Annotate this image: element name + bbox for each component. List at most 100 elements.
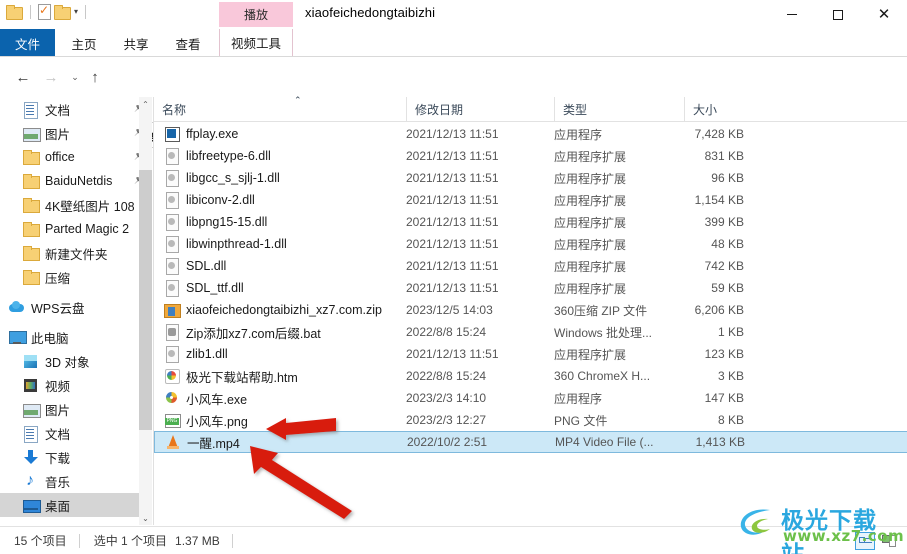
nav-item-label: 视频 <box>45 379 71 394</box>
qat-dropdown-arrow[interactable]: ▾ <box>74 5 78 19</box>
cell-date-modified: 2023/2/3 14:10 <box>406 391 487 405</box>
column-type[interactable]: 类型 <box>554 97 684 122</box>
cell-date-modified: 2022/8/8 15:24 <box>406 325 487 339</box>
ribbon-tab-strip: 文件 主页 共享 查看 视频工具 ⌄ ? <box>0 29 907 77</box>
cell-file-name: 小风车.exe <box>164 389 247 408</box>
table-row[interactable]: Zip添加xz7.com后缀.bat 2022/8/8 15:24 Windows … <box>154 321 907 343</box>
scroll-up-button[interactable]: ⌃ <box>139 97 152 111</box>
cell-size: 59 KB <box>711 281 744 295</box>
table-row[interactable]: libwinpthread-1.dll 2021/12/13 11:51 应用程序扩… <box>154 233 907 255</box>
sidebar-item-this-pc[interactable]: 此电脑 <box>0 325 152 349</box>
aurora-logo-icon <box>740 509 770 535</box>
cell-file-name: 极光下载站帮助.htm <box>164 367 298 386</box>
cloud-icon <box>8 299 26 316</box>
sidebar-item-视频[interactable]: 视频 <box>0 373 152 397</box>
dll-icon <box>164 280 180 297</box>
contextual-tab-group-play[interactable]: 播放 <box>219 2 293 27</box>
up-button[interactable]: ↑ <box>84 66 106 88</box>
cell-date-modified: 2021/12/13 11:51 <box>406 281 499 295</box>
item-count-label: 15 个项目 <box>14 534 67 548</box>
column-date-modified[interactable]: 修改日期 <box>406 97 554 122</box>
sidebar-item-文档[interactable]: 文档📌 <box>0 97 152 121</box>
nav-item-label: 音乐 <box>45 475 71 490</box>
scroll-down-button[interactable]: ⌄ <box>139 511 152 525</box>
tab-view[interactable]: 查看 <box>164 29 212 57</box>
tab-share[interactable]: 共享 <box>112 29 160 57</box>
nav-item-label: WPS云盘 <box>31 301 85 316</box>
dll-icon <box>164 346 180 363</box>
nav-item-label: 3D 对象 <box>45 355 90 370</box>
tab-home[interactable]: 主页 <box>60 29 108 57</box>
file-name-label: libgcc_s_sjlj-1.dll <box>186 171 280 185</box>
downloads-icon <box>22 449 40 466</box>
dll-icon <box>164 258 180 275</box>
table-row[interactable]: SDL.dll 2021/12/13 11:51 应用程序扩展 742 KB <box>154 255 907 277</box>
table-row[interactable]: libpng15-15.dll 2021/12/13 11:51 应用程序扩展 399… <box>154 211 907 233</box>
new-folder-icon[interactable] <box>54 4 71 20</box>
navigation-pane[interactable]: 文档📌图片📌office📌BaiduNetdis📌 4K壁纸图片 108 Parte… <box>0 97 152 525</box>
nav-item-label: 图片 <box>45 127 71 142</box>
sort-ascending-icon: ⌃ <box>294 95 302 105</box>
cell-date-modified: 2022/10/2 2:51 <box>407 435 488 449</box>
tab-video-tools[interactable]: 视频工具 <box>219 29 293 57</box>
cell-size: 1,154 KB <box>694 193 744 207</box>
cell-type: 应用程序扩展 <box>554 193 627 208</box>
nav-item-label: BaiduNetdis <box>45 174 113 188</box>
file-name-label: 一醒.mp4 <box>187 436 240 451</box>
file-name-label: libpng15-15.dll <box>186 215 268 229</box>
tab-file[interactable]: 文件 <box>0 29 55 57</box>
sidebar-item-图片[interactable]: 图片📌 <box>0 121 152 145</box>
minimize-button[interactable] <box>769 0 815 29</box>
file-name-label: Zip添加xz7.com后缀.bat <box>186 326 321 341</box>
dll-icon <box>164 148 180 165</box>
recent-locations-button[interactable]: ⌄ <box>64 66 86 88</box>
back-button[interactable]: ← <box>12 66 34 88</box>
forward-button[interactable]: → <box>40 66 62 88</box>
sidebar-item-BaiduNetdis[interactable]: BaiduNetdis📌 <box>0 169 152 193</box>
sidebar-item-4K壁纸图片 108[interactable]: 4K壁纸图片 108 <box>0 193 152 217</box>
sidebar-item-新建文件夹[interactable]: 新建文件夹 <box>0 241 152 265</box>
table-row[interactable]: libgcc_s_sjlj-1.dll 2021/12/13 11:51 应用程序扩… <box>154 167 907 189</box>
html-icon <box>164 368 180 384</box>
table-row[interactable]: libfreetype-6.dll 2021/12/13 11:51 应用程序扩展 8… <box>154 145 907 167</box>
sidebar-item-office[interactable]: office📌 <box>0 145 152 169</box>
close-button[interactable]: ✕ <box>861 0 907 29</box>
folder-icon <box>22 149 40 166</box>
column-size[interactable]: 大小 <box>684 97 794 122</box>
sidebar-item-下载[interactable]: 下载 <box>0 445 152 469</box>
sidebar-item-图片[interactable]: 图片 <box>0 397 152 421</box>
cell-type: PNG 文件 <box>554 413 608 428</box>
table-row[interactable]: 极光下载站帮助.htm 2022/8/8 15:24 360 ChromeX H..… <box>154 365 907 387</box>
sidebar-item-wps-cloud[interactable]: WPS云盘 <box>0 295 152 319</box>
watermark: 极光下载站 www.xz7.com <box>737 500 904 554</box>
scrollbar-thumb[interactable] <box>139 170 152 430</box>
file-name-label: SDL.dll <box>186 259 227 273</box>
column-name[interactable]: 名称 ⌃ <box>154 95 406 122</box>
cell-type: 应用程序 <box>554 391 603 406</box>
file-name-label: 小风车.exe <box>186 392 248 407</box>
sidebar-item-桌面[interactable]: 桌面 <box>0 493 152 517</box>
sidebar-item-压缩[interactable]: 压缩 <box>0 265 152 289</box>
sidebar-item-Parted Magic 2[interactable]: Parted Magic 2 <box>0 217 152 241</box>
sidebar-item-音乐[interactable]: 音乐 <box>0 469 152 493</box>
folder-icon <box>22 173 40 190</box>
cell-size: 831 KB <box>704 149 744 163</box>
table-row[interactable]: 小风车.exe 2023/2/3 14:10 应用程序 147 KB <box>154 387 907 409</box>
sidebar-item-3D 对象[interactable]: 3D 对象 <box>0 349 152 373</box>
table-row[interactable]: ffplay.exe 2021/12/13 11:51 应用程序 7,428 KB <box>154 123 907 145</box>
table-row[interactable]: 小风车.png 2023/2/3 12:27 PNG 文件 8 KB <box>154 409 907 431</box>
table-row[interactable]: 一醒.mp4 2022/10/2 2:51 MP4 Video File (... 1… <box>154 431 907 453</box>
nav-item-label: 此电脑 <box>31 331 69 346</box>
table-row[interactable]: zlib1.dll 2021/12/13 11:51 应用程序扩展 123 KB <box>154 343 907 365</box>
table-row[interactable]: SDL_ttf.dll 2021/12/13 11:51 应用程序扩展 59 KB <box>154 277 907 299</box>
table-row[interactable]: xiaofeichedongtaibizhi_xz7.com.zip 2023/1… <box>154 299 907 321</box>
cell-date-modified: 2021/12/13 11:51 <box>406 237 499 251</box>
folder-icon[interactable] <box>6 4 23 20</box>
maximize-button[interactable] <box>815 0 861 29</box>
navigation-pane-scrollbar[interactable]: ⌃ ⌄ <box>139 97 152 525</box>
cell-file-name: ffplay.exe <box>164 126 238 142</box>
sidebar-item-文档[interactable]: 文档 <box>0 421 152 445</box>
table-row[interactable]: libiconv-2.dll 2021/12/13 11:51 应用程序扩展 1,15… <box>154 189 907 211</box>
cell-type: 应用程序扩展 <box>554 149 627 164</box>
properties-icon[interactable] <box>38 3 51 20</box>
